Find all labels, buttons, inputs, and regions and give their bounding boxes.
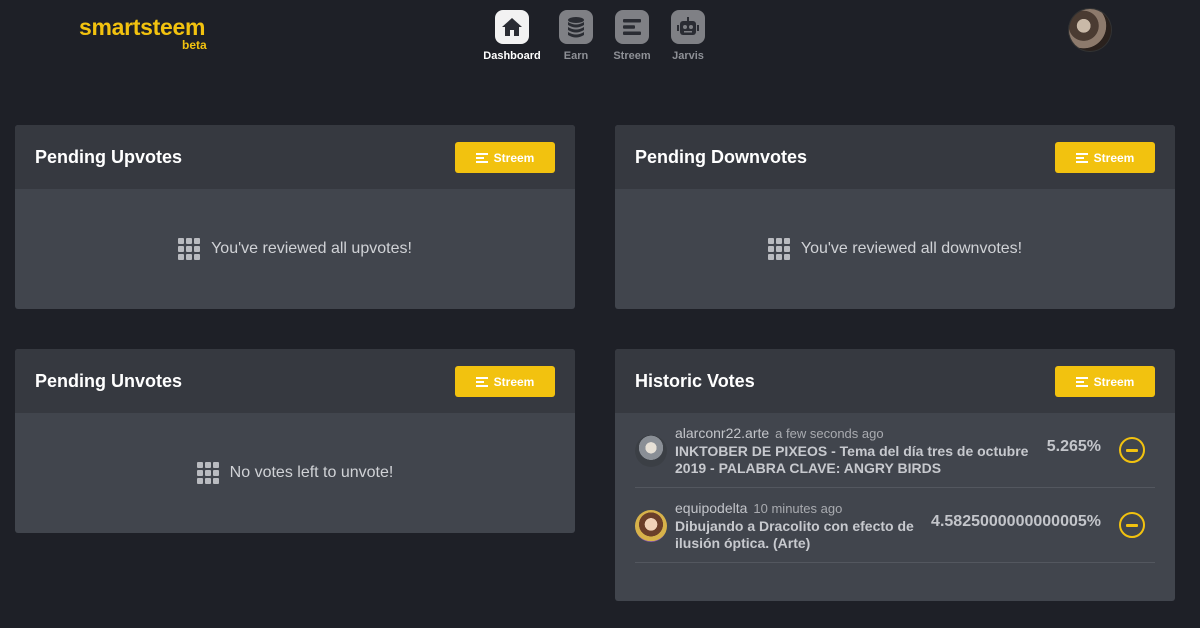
vote-meta: alarconr22.arte a few seconds ago bbox=[675, 425, 884, 441]
grid-icon bbox=[196, 462, 221, 484]
card-body: No votes left to unvote! bbox=[15, 413, 575, 533]
card-title: Historic Votes bbox=[635, 371, 755, 391]
logo-name: smartsteem bbox=[79, 14, 206, 40]
vote-meta: equipodelta 10 minutes ago bbox=[675, 500, 842, 516]
card-body: You've reviewed all downvotes! bbox=[615, 189, 1175, 309]
empty-message: You've reviewed all downvotes! bbox=[800, 240, 1023, 257]
streem-button-label: Streem bbox=[1093, 150, 1135, 165]
pending-unvotes-card: Pending Unvotes Streem No votes left to … bbox=[15, 349, 575, 533]
nav-streem[interactable]: Streem bbox=[600, 10, 664, 62]
card-title: Pending Unvotes bbox=[35, 371, 183, 391]
card-body: You've reviewed all upvotes! bbox=[15, 189, 575, 309]
vote-row: equipodelta 10 minutes ago Dibujando a Dr… bbox=[635, 488, 1155, 563]
robot-icon bbox=[671, 10, 705, 44]
empty-message: No votes left to unvote! bbox=[229, 464, 394, 481]
brand-logo[interactable]: smartsteem beta bbox=[79, 14, 219, 52]
stream-icon bbox=[1075, 376, 1088, 387]
nav-jarvis[interactable]: Jarvis bbox=[656, 10, 720, 62]
vote-time: a few seconds ago bbox=[775, 426, 884, 441]
empty-message: You've reviewed all upvotes! bbox=[211, 240, 412, 257]
coins-icon bbox=[559, 10, 593, 44]
streem-button[interactable]: Streem bbox=[1055, 366, 1155, 397]
stream-icon bbox=[475, 152, 488, 163]
vote-post-title[interactable]: INKTOBER DE PIXEOS - Tema del día tres d… bbox=[675, 443, 1045, 477]
nav-label: Dashboard bbox=[483, 50, 541, 62]
card-header: Pending Unvotes Streem bbox=[15, 349, 575, 413]
nav-label: Jarvis bbox=[672, 50, 704, 62]
nav-earn[interactable]: Earn bbox=[544, 10, 608, 62]
historic-votes-card: Historic Votes Streem alarconr22.arte a f… bbox=[615, 349, 1175, 601]
unvote-button[interactable] bbox=[1119, 437, 1145, 463]
stream-icon bbox=[615, 10, 649, 44]
logo-beta-tag: beta bbox=[182, 38, 207, 52]
vote-percent: 4.5825000000000005% bbox=[931, 513, 1101, 530]
pending-downvotes-card: Pending Downvotes Streem You've reviewed… bbox=[615, 125, 1175, 309]
vote-list: alarconr22.arte a few seconds ago INKTOBE… bbox=[615, 413, 1175, 563]
stream-icon bbox=[1075, 152, 1088, 163]
pending-upvotes-card: Pending Upvotes Streem You've reviewed a… bbox=[15, 125, 575, 309]
home-icon bbox=[495, 10, 529, 44]
user-avatar[interactable] bbox=[1069, 9, 1111, 51]
voter-avatar[interactable] bbox=[635, 510, 667, 542]
streem-button-label: Streem bbox=[493, 150, 535, 165]
card-title: Pending Upvotes bbox=[35, 147, 183, 167]
card-header: Pending Downvotes Streem bbox=[615, 125, 1175, 189]
vote-row: alarconr22.arte a few seconds ago INKTOBE… bbox=[635, 413, 1155, 488]
empty-state: You've reviewed all downvotes! bbox=[615, 189, 1175, 309]
vote-percent: 5.265% bbox=[1046, 438, 1101, 455]
unvote-button[interactable] bbox=[1119, 512, 1145, 538]
minus-icon bbox=[1126, 448, 1138, 452]
minus-icon bbox=[1126, 523, 1138, 527]
nav-dashboard[interactable]: Dashboard bbox=[480, 10, 544, 62]
streem-button[interactable]: Streem bbox=[455, 142, 555, 173]
vote-author[interactable]: equipodelta bbox=[675, 500, 747, 516]
grid-icon bbox=[178, 238, 202, 260]
empty-state: You've reviewed all upvotes! bbox=[15, 189, 575, 309]
vote-time: 10 minutes ago bbox=[753, 501, 843, 516]
card-title: Pending Downvotes bbox=[635, 147, 808, 167]
empty-state: No votes left to unvote! bbox=[15, 413, 575, 533]
vote-author[interactable]: alarconr22.arte bbox=[675, 425, 769, 441]
grid-icon bbox=[767, 238, 792, 260]
card-header: Pending Upvotes Streem bbox=[15, 125, 575, 189]
nav-label: Streem bbox=[613, 50, 651, 62]
stream-icon bbox=[475, 376, 488, 387]
streem-button-label: Streem bbox=[493, 374, 535, 389]
vote-post-title[interactable]: Dibujando a Dracolito con efecto de ilus… bbox=[675, 518, 915, 552]
card-header: Historic Votes Streem bbox=[615, 349, 1175, 413]
streem-button[interactable]: Streem bbox=[1055, 142, 1155, 173]
nav-label: Earn bbox=[563, 50, 589, 62]
streem-button-label: Streem bbox=[1093, 374, 1135, 389]
voter-avatar[interactable] bbox=[635, 435, 667, 467]
streem-button[interactable]: Streem bbox=[455, 366, 555, 397]
